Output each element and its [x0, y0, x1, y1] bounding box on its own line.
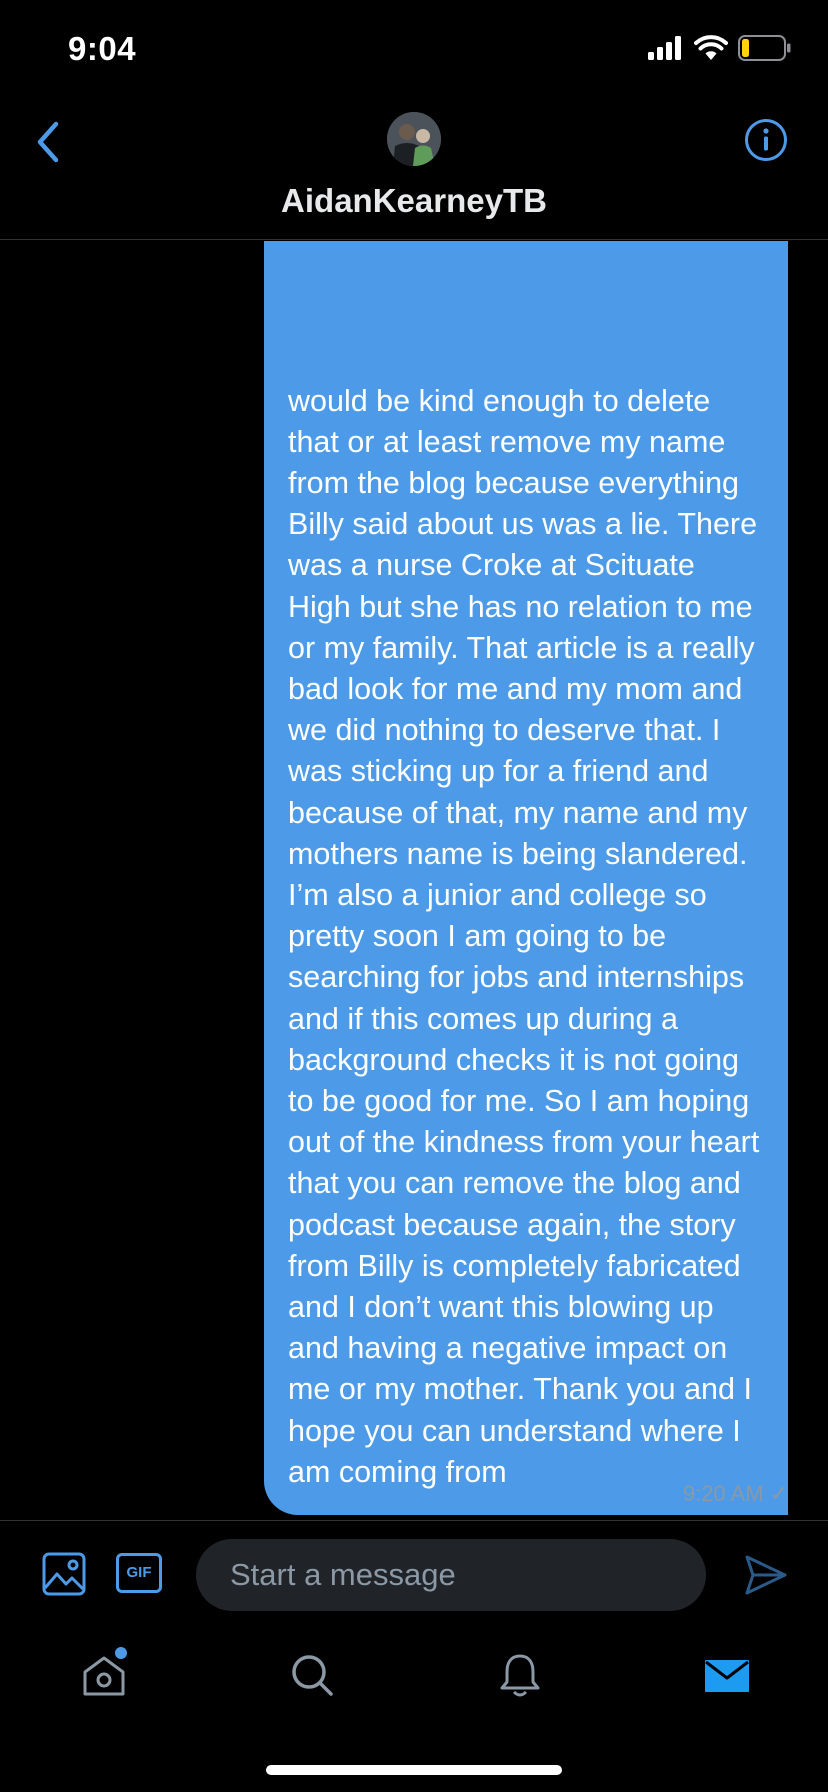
- info-icon: [745, 119, 787, 161]
- tab-notifications[interactable]: [495, 1650, 545, 1700]
- send-button[interactable]: [744, 1553, 788, 1597]
- gif-button[interactable]: GIF: [116, 1553, 162, 1593]
- conversation-header: AidanKearneyTB: [0, 100, 828, 240]
- wifi-icon: [694, 35, 728, 60]
- battery-low-icon: [738, 35, 791, 61]
- info-button[interactable]: [744, 118, 788, 162]
- avatar-photo: [387, 112, 441, 166]
- new-content-dot: [115, 1647, 127, 1659]
- cellular-signal-icon: [648, 36, 681, 60]
- message-text: would be kind enough to delete that or a…: [288, 383, 760, 1489]
- messages-envelope-icon: [705, 1660, 749, 1692]
- home-indicator[interactable]: [266, 1765, 562, 1775]
- search-icon: [292, 1655, 333, 1696]
- message-timestamp: 9:20 AM ✓: [683, 1481, 788, 1507]
- conversation-title: AidanKearneyTB: [281, 182, 547, 219]
- add-image-button[interactable]: [42, 1552, 86, 1596]
- tab-bar: [0, 1625, 828, 1725]
- tab-messages[interactable]: [702, 1650, 752, 1700]
- tab-search[interactable]: [287, 1650, 337, 1700]
- message-input[interactable]: [196, 1539, 706, 1611]
- sent-message-bubble[interactable]: would be kind enough to delete that or a…: [264, 241, 788, 1515]
- message-composer: GIF: [0, 1520, 828, 1625]
- image-icon: [42, 1552, 86, 1596]
- message-time: 9:20 AM: [682, 1481, 764, 1506]
- back-button[interactable]: [30, 118, 70, 166]
- status-icons: [648, 35, 792, 61]
- message-thread[interactable]: would be kind enough to delete that or a…: [0, 241, 828, 1520]
- sent-checkmark-icon: ✓: [769, 1481, 788, 1506]
- status-time: 9:04: [68, 30, 137, 67]
- back-chevron-icon: [37, 121, 59, 163]
- send-icon: [745, 1555, 787, 1595]
- status-bar: 9:04: [0, 0, 828, 100]
- avatar[interactable]: [387, 112, 441, 166]
- notifications-bell-icon: [500, 1654, 540, 1697]
